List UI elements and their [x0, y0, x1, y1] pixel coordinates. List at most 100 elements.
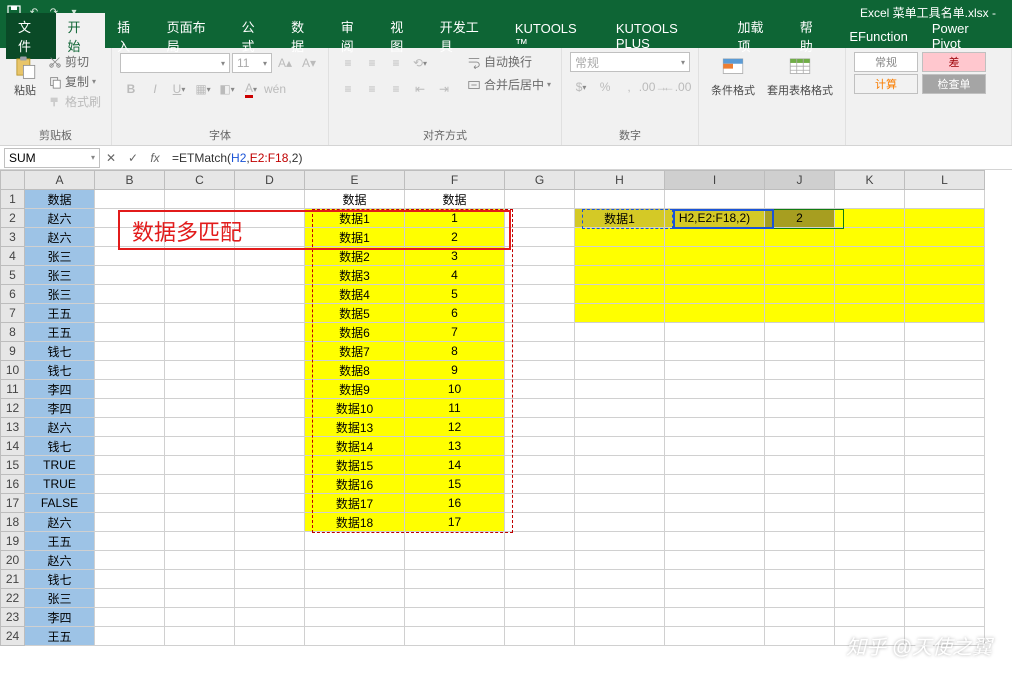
- cell-E13[interactable]: 数据13: [305, 418, 405, 437]
- cell-H6[interactable]: [575, 285, 665, 304]
- font-size-combo[interactable]: 11▾: [232, 53, 272, 73]
- row-header-22[interactable]: 22: [1, 589, 25, 608]
- row-header-21[interactable]: 21: [1, 570, 25, 589]
- cell-K23[interactable]: [835, 608, 905, 627]
- cell-K8[interactable]: [835, 323, 905, 342]
- cell-E20[interactable]: [305, 551, 405, 570]
- bold-icon[interactable]: B: [120, 78, 142, 100]
- cell-C17[interactable]: [165, 494, 235, 513]
- cell-L11[interactable]: [905, 380, 985, 399]
- cell-I6[interactable]: [665, 285, 765, 304]
- cell-I2[interactable]: H2,E2:F18,2): [665, 209, 765, 228]
- cell-B7[interactable]: [95, 304, 165, 323]
- cell-J8[interactable]: [765, 323, 835, 342]
- cell-B23[interactable]: [95, 608, 165, 627]
- cell-C1[interactable]: [165, 190, 235, 209]
- cell-E7[interactable]: 数据5: [305, 304, 405, 323]
- paste-button[interactable]: 粘贴: [8, 52, 42, 100]
- cell-C15[interactable]: [165, 456, 235, 475]
- cell-E16[interactable]: 数据16: [305, 475, 405, 494]
- cell-E12[interactable]: 数据10: [305, 399, 405, 418]
- cell-L16[interactable]: [905, 475, 985, 494]
- cell-J13[interactable]: [765, 418, 835, 437]
- cell-L22[interactable]: [905, 589, 985, 608]
- row-header-1[interactable]: 1: [1, 190, 25, 209]
- row-header-14[interactable]: 14: [1, 437, 25, 456]
- cell-G14[interactable]: [505, 437, 575, 456]
- cell-A4[interactable]: 张三: [25, 247, 95, 266]
- cell-I17[interactable]: [665, 494, 765, 513]
- decrease-decimal-icon[interactable]: ←.00: [666, 76, 688, 98]
- row-header-17[interactable]: 17: [1, 494, 25, 513]
- cell-I9[interactable]: [665, 342, 765, 361]
- cell-H9[interactable]: [575, 342, 665, 361]
- cell-K5[interactable]: [835, 266, 905, 285]
- cell-L23[interactable]: [905, 608, 985, 627]
- cell-K20[interactable]: [835, 551, 905, 570]
- cell-L19[interactable]: [905, 532, 985, 551]
- align-middle-icon[interactable]: ≡: [361, 52, 383, 74]
- cell-D6[interactable]: [235, 285, 305, 304]
- cell-G24[interactable]: [505, 627, 575, 646]
- cell-K18[interactable]: [835, 513, 905, 532]
- column-header-F[interactable]: F: [405, 171, 505, 190]
- cell-H10[interactable]: [575, 361, 665, 380]
- cell-C12[interactable]: [165, 399, 235, 418]
- cell-C6[interactable]: [165, 285, 235, 304]
- cell-G20[interactable]: [505, 551, 575, 570]
- cell-K19[interactable]: [835, 532, 905, 551]
- style-bad[interactable]: 差: [922, 52, 986, 72]
- cell-G10[interactable]: [505, 361, 575, 380]
- cell-C4[interactable]: [165, 247, 235, 266]
- cell-L4[interactable]: [905, 247, 985, 266]
- cell-I20[interactable]: [665, 551, 765, 570]
- cell-F8[interactable]: 7: [405, 323, 505, 342]
- cell-I3[interactable]: [665, 228, 765, 247]
- cell-D3[interactable]: [235, 228, 305, 247]
- cell-L1[interactable]: [905, 190, 985, 209]
- cell-D4[interactable]: [235, 247, 305, 266]
- cell-K2[interactable]: [835, 209, 905, 228]
- cell-B16[interactable]: [95, 475, 165, 494]
- increase-font-icon[interactable]: A▴: [274, 52, 296, 74]
- cell-K15[interactable]: [835, 456, 905, 475]
- increase-decimal-icon[interactable]: .00→: [642, 76, 664, 98]
- cell-I1[interactable]: [665, 190, 765, 209]
- cell-L9[interactable]: [905, 342, 985, 361]
- cell-J21[interactable]: [765, 570, 835, 589]
- cell-F16[interactable]: 15: [405, 475, 505, 494]
- cancel-formula-icon[interactable]: ✕: [100, 151, 122, 165]
- cell-B17[interactable]: [95, 494, 165, 513]
- cell-A22[interactable]: 张三: [25, 589, 95, 608]
- cell-J1[interactable]: [765, 190, 835, 209]
- cell-J16[interactable]: [765, 475, 835, 494]
- fill-color-icon[interactable]: ◧▾: [216, 78, 238, 100]
- cell-H23[interactable]: [575, 608, 665, 627]
- cell-I12[interactable]: [665, 399, 765, 418]
- cell-G8[interactable]: [505, 323, 575, 342]
- cell-D19[interactable]: [235, 532, 305, 551]
- currency-icon[interactable]: $▾: [570, 76, 592, 98]
- cell-E10[interactable]: 数据8: [305, 361, 405, 380]
- cell-J2[interactable]: 2: [765, 209, 835, 228]
- row-header-23[interactable]: 23: [1, 608, 25, 627]
- cell-B9[interactable]: [95, 342, 165, 361]
- column-header-A[interactable]: A: [25, 171, 95, 190]
- cell-E9[interactable]: 数据7: [305, 342, 405, 361]
- cell-A3[interactable]: 赵六: [25, 228, 95, 247]
- cell-G7[interactable]: [505, 304, 575, 323]
- row-header-19[interactable]: 19: [1, 532, 25, 551]
- row-header-20[interactable]: 20: [1, 551, 25, 570]
- cell-H17[interactable]: [575, 494, 665, 513]
- cell-D22[interactable]: [235, 589, 305, 608]
- font-color-icon[interactable]: A▾: [240, 78, 262, 100]
- align-right-icon[interactable]: ≡: [385, 78, 407, 100]
- style-check[interactable]: 检查单: [922, 74, 986, 94]
- row-header-3[interactable]: 3: [1, 228, 25, 247]
- cell-A12[interactable]: 李四: [25, 399, 95, 418]
- cell-G3[interactable]: [505, 228, 575, 247]
- cell-K16[interactable]: [835, 475, 905, 494]
- cell-L3[interactable]: [905, 228, 985, 247]
- cell-A10[interactable]: 钱七: [25, 361, 95, 380]
- cell-A24[interactable]: 王五: [25, 627, 95, 646]
